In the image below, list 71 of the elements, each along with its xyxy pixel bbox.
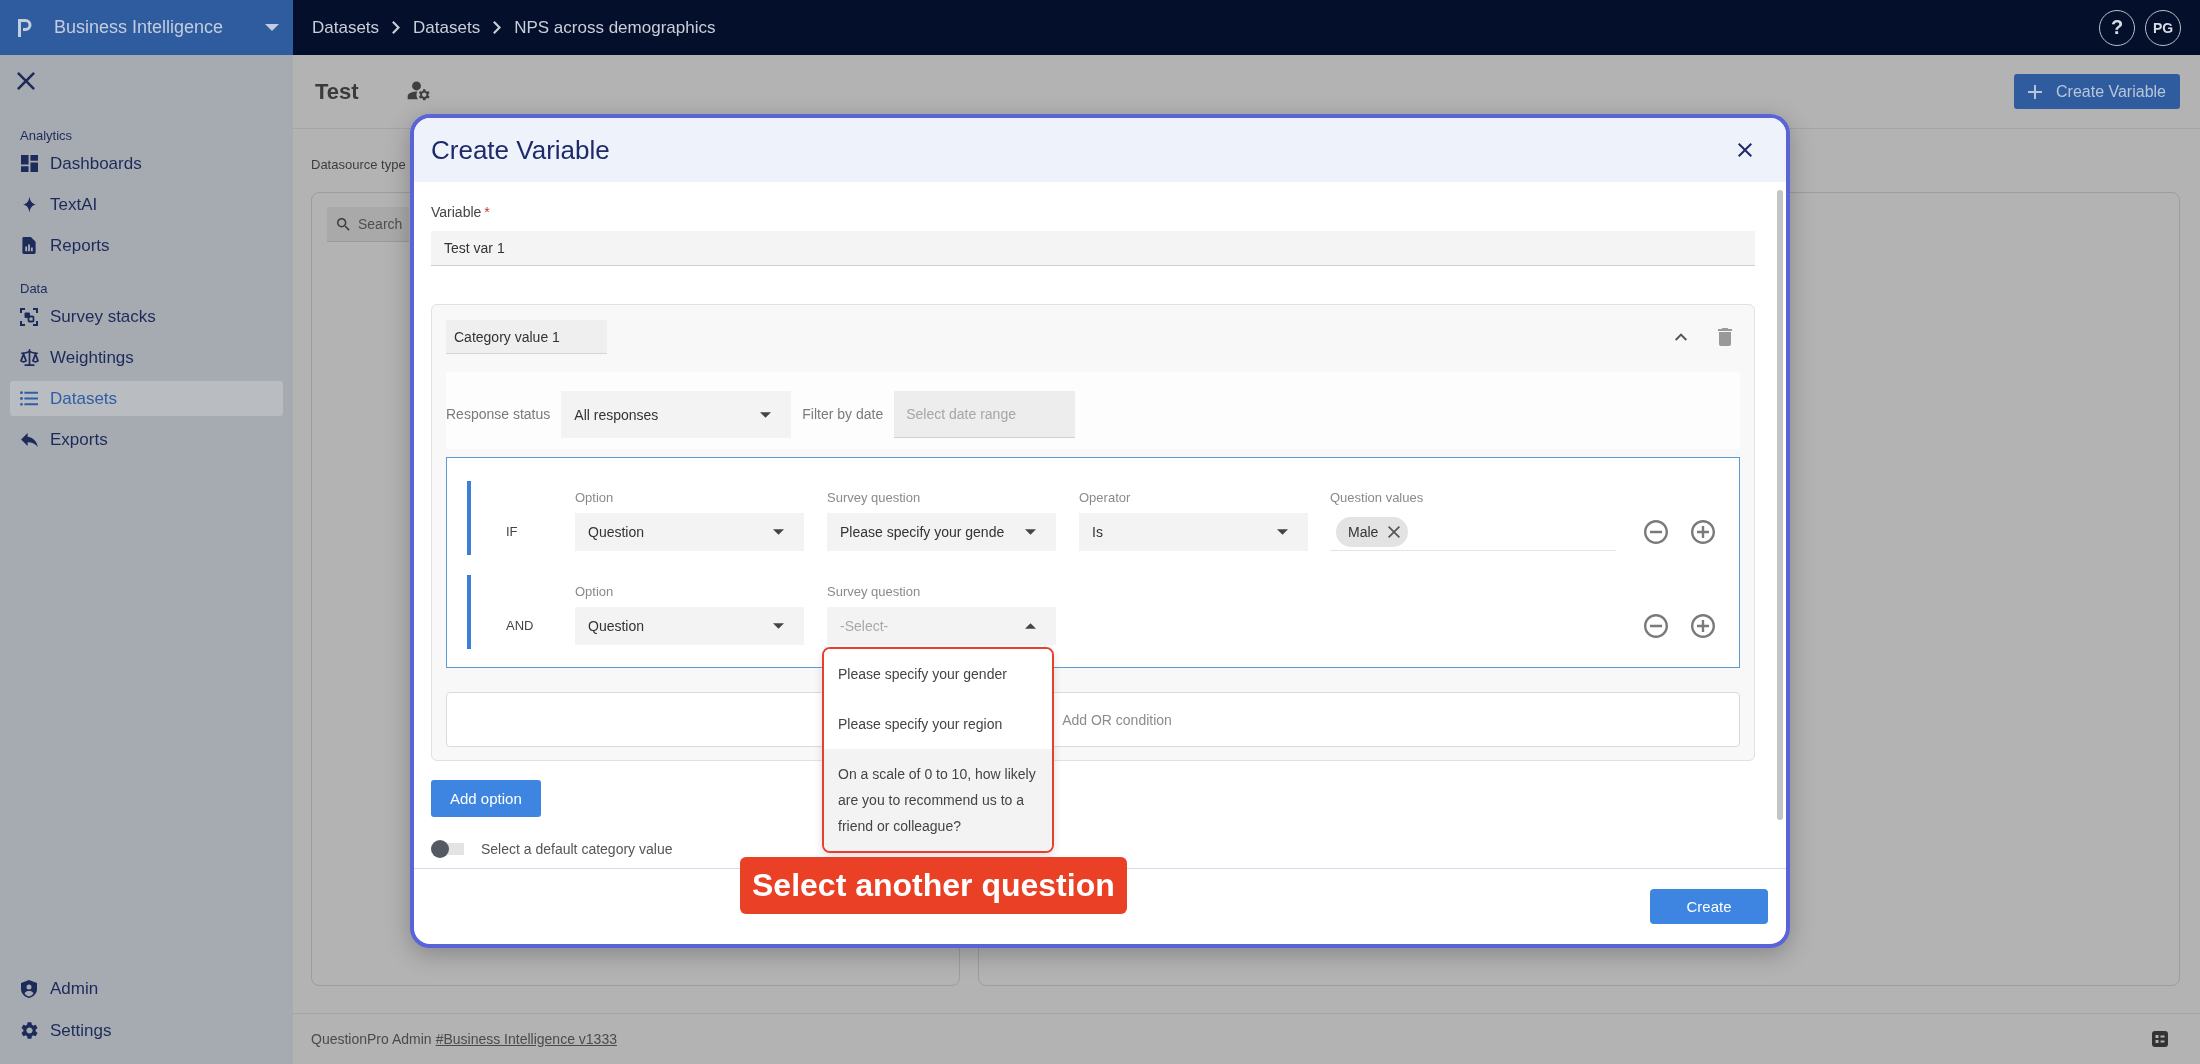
report-icon <box>22 237 36 254</box>
sidebar-item[interactable]: Exports <box>10 422 283 457</box>
field-label: Survey question <box>827 489 921 507</box>
reply-arrow-icon <box>20 432 38 447</box>
section-label: Analytics <box>20 128 73 144</box>
modal-title: Create Variable <box>431 134 610 166</box>
grid-icon[interactable] <box>2152 1031 2168 1047</box>
field-label: Variable * <box>431 203 490 221</box>
scale-icon <box>19 349 39 366</box>
footer-link[interactable]: #Business Intelligence v1333 <box>435 1031 617 1047</box>
dropdown-option[interactable]: Please specify your region <box>824 699 1052 749</box>
field-label: Option <box>575 583 614 601</box>
remove-icon[interactable] <box>1388 525 1401 538</box>
create-button[interactable]: Create <box>1650 889 1768 924</box>
user-gear-icon[interactable] <box>406 81 431 102</box>
connector-label: AND <box>506 617 534 635</box>
field-label: Survey question <box>827 583 921 601</box>
field-label: Option <box>575 489 614 507</box>
sidebar-item[interactable]: Settings <box>10 1013 283 1048</box>
breadcrumb-link[interactable]: NPS across demographics <box>514 17 716 38</box>
field-label: Datasource type <box>311 157 406 173</box>
breadcrumb-link[interactable]: Datasets <box>312 17 380 38</box>
search-field[interactable]: Search <box>327 207 409 242</box>
footer-text: QuestionPro Admin <box>311 1031 432 1047</box>
page-title: Test <box>315 78 359 105</box>
scrollbar-thumb[interactable] <box>1777 190 1783 820</box>
field-label: Question values <box>1330 489 1424 507</box>
sidebar-item[interactable]: Admin <box>10 971 283 1006</box>
variable-input[interactable]: Test var 1 <box>431 231 1755 266</box>
close-icon[interactable] <box>1738 143 1752 157</box>
category-name-input[interactable]: Category value 1 <box>446 320 607 354</box>
plus-icon <box>2028 84 2042 99</box>
select-field[interactable]: Question <box>575 513 804 551</box>
dropdown-option[interactable]: Please specify your gender <box>824 649 1052 699</box>
scan-frame-icon <box>20 307 38 326</box>
select-field[interactable]: Question <box>575 607 804 645</box>
field-label: Operator <box>1079 489 1131 507</box>
chevron-right-icon <box>392 21 401 34</box>
settings-icon <box>20 1022 38 1039</box>
sidebar-item[interactable]: TextAI <box>10 187 283 222</box>
filter-label: Response status <box>446 405 551 424</box>
close-icon[interactable] <box>17 72 35 90</box>
dropdown-option[interactable]: On a scale of 0 to 10, how likely are you to recommend us to a friend or colleague? <box>824 749 1052 851</box>
section-label: Data <box>20 281 48 297</box>
sidebar-item[interactable]: Survey stacks <box>10 299 283 334</box>
select-field[interactable]: Please specify your gende <box>827 513 1056 551</box>
sparkle-icon <box>22 196 36 213</box>
caret-down-icon <box>265 24 279 31</box>
tag-input-field[interactable]: Male <box>1330 513 1616 551</box>
list-icon <box>20 391 38 406</box>
breadcrumb-link[interactable]: Datasets <box>413 17 481 38</box>
add-option-button[interactable]: Add option <box>431 780 541 817</box>
sidebar-item[interactable]: Weightings <box>10 340 283 375</box>
callout-label: Select another question <box>740 857 1127 914</box>
shield-user-icon <box>21 979 37 998</box>
dashboard-icon <box>20 155 38 172</box>
select-field[interactable]: All responses <box>561 391 792 438</box>
chevron-up-icon[interactable] <box>1675 333 1687 341</box>
create-variable-button[interactable]: Create Variable <box>2014 74 2180 109</box>
app-switcher[interactable]: Business Intelligence <box>54 17 279 38</box>
chevron-right-icon <box>493 21 502 34</box>
search-icon <box>337 218 350 231</box>
filter-label: Filter by date <box>802 405 884 424</box>
select-field[interactable]: Is <box>1079 513 1308 551</box>
sidebar-item[interactable]: Dashboards <box>10 146 283 181</box>
trash-icon[interactable] <box>1718 328 1732 346</box>
value-chip[interactable]: Male <box>1336 516 1409 547</box>
toggle-label: Select a default category value <box>481 841 673 857</box>
connector-label: IF <box>506 523 518 541</box>
sidebar-item[interactable]: Reports <box>10 228 283 263</box>
date-range-field[interactable]: Select date range <box>894 391 1076 438</box>
